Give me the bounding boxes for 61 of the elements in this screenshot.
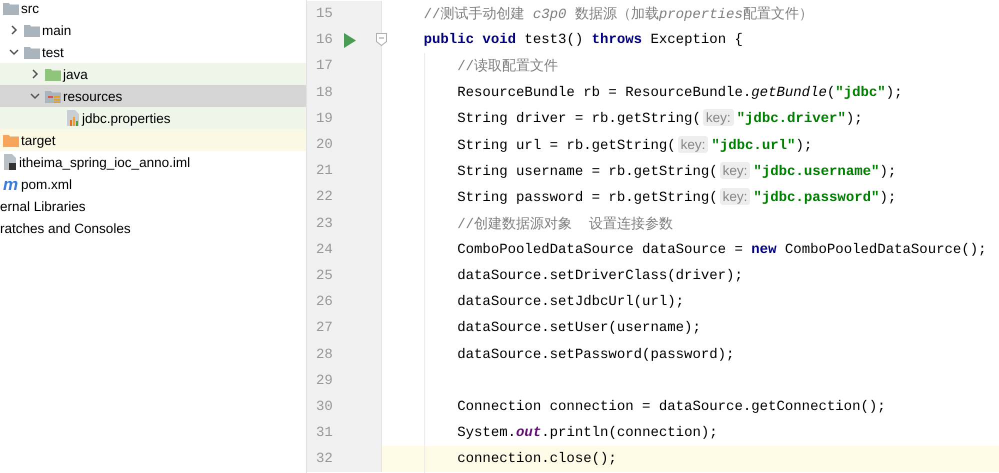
fold-icon[interactable] — [376, 33, 387, 46]
tree-item[interactable]: main — [0, 19, 306, 41]
properties-file-icon — [66, 110, 80, 126]
line-number: 29 — [315, 372, 334, 389]
chevron-down-icon[interactable] — [9, 47, 19, 57]
tree-item[interactable]: jdbc.properties — [0, 107, 306, 129]
line-number: 19 — [315, 110, 334, 127]
line-number: 22 — [315, 189, 334, 206]
line-number: 18 — [315, 84, 334, 101]
folder-icon — [3, 2, 19, 14]
line-number: 17 — [315, 58, 334, 74]
code-line: String driver = rb.getString( key: "jdbc.driver"); — [456, 110, 863, 128]
line-number: 20 — [315, 137, 334, 154]
tree-item[interactable]: test — [0, 41, 306, 63]
line-number: 26 — [315, 294, 334, 310]
code-line: String password = rb.getString( key: "jdbc.password"); — [456, 188, 896, 206]
line-number: 21 — [315, 163, 334, 180]
code-line: dataSource.setPassword(password); — [456, 346, 734, 363]
tree-item[interactable]: ratches and Consoles — [0, 217, 306, 239]
line-number: 30 — [315, 398, 334, 415]
code-line: System.out.println(connection); — [456, 425, 718, 442]
code-line: //创建数据源对象 设置连接参数 — [456, 215, 673, 233]
code-line: //测试手动创建 c3p0 数据源（加载properties配置文件） — [422, 5, 813, 24]
line-number: 31 — [315, 425, 334, 442]
code-line: ResourceBundle rb = ResourceBundle.getBundle("jdbc"); — [456, 84, 903, 101]
line-number: 32 — [315, 451, 334, 468]
line-number: 27 — [315, 320, 334, 336]
tree-item[interactable]: m pom.xml — [0, 173, 306, 195]
chevron-right-icon[interactable] — [30, 69, 40, 79]
code-line: dataSource.setUser(username); — [456, 320, 701, 336]
chevron-right-icon[interactable] — [9, 25, 19, 35]
code-line: dataSource.setDriverClass(driver); — [456, 268, 743, 284]
line-number: 23 — [315, 216, 334, 232]
tree-item[interactable]: ernal Libraries — [0, 195, 306, 217]
folder-icon — [24, 24, 40, 36]
code-line: public void test3() throws Exception { — [422, 32, 743, 48]
tree-item[interactable]: itheima_spring_ioc_anno.iml — [0, 151, 306, 173]
line-number: 28 — [315, 346, 334, 363]
folder-icon — [45, 68, 61, 80]
tree-item[interactable]: target — [0, 129, 306, 151]
line-number: 24 — [315, 242, 334, 258]
maven-icon: m — [3, 176, 19, 192]
tree-item[interactable]: resources — [0, 85, 306, 107]
code-line: String username = rb.getString( key: "jdbc.username"); — [456, 162, 896, 180]
code-line: String url = rb.getString( key: "jdbc.url"); — [456, 136, 812, 154]
line-number: 25 — [315, 268, 334, 284]
code-line: dataSource.setJdbcUrl(url); — [456, 294, 684, 310]
folder-icon — [45, 90, 61, 102]
run-icon[interactable] — [344, 32, 356, 48]
line-number: 16 — [315, 32, 334, 48]
folder-icon — [24, 46, 40, 58]
file-icon — [3, 154, 17, 170]
code-line: //读取配置文件 — [456, 57, 558, 76]
folder-icon — [3, 134, 19, 146]
chevron-down-icon[interactable] — [30, 91, 40, 101]
code-line: connection.close(); — [456, 451, 617, 468]
tree-item[interactable]: java — [0, 63, 306, 85]
code-line: ComboPooledDataSource dataSource = new ComboPooledDataSource(); — [456, 242, 987, 258]
code-line: Connection connection = dataSource.getConnection(); — [456, 398, 886, 415]
line-number: 15 — [315, 6, 334, 22]
tree-item[interactable]: src — [0, 0, 306, 19]
